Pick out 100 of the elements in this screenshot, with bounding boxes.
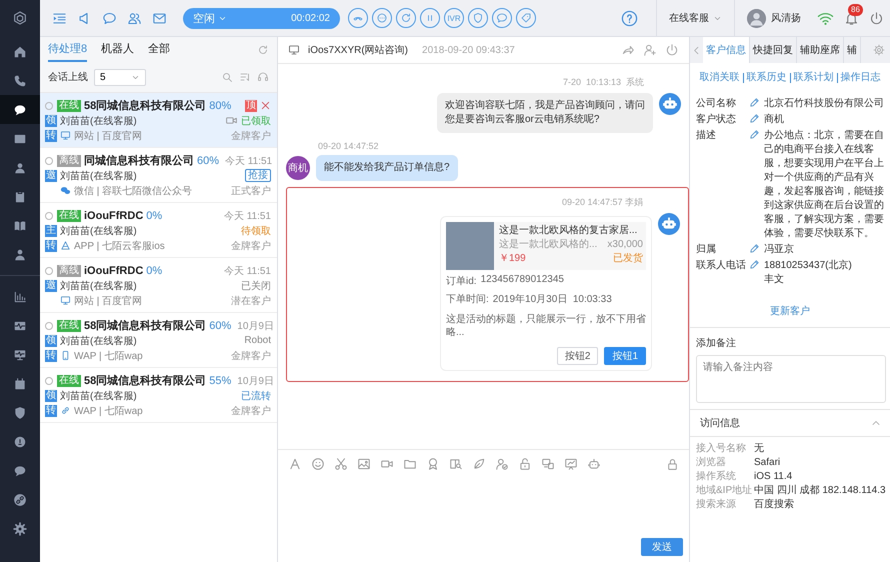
radio-button[interactable] <box>45 156 53 164</box>
nav-item[interactable] <box>0 95 40 124</box>
robot-icon <box>659 93 681 115</box>
unlock-icon[interactable] <box>518 457 532 471</box>
robot-icon <box>658 213 680 235</box>
pencil-icon[interactable] <box>749 243 760 254</box>
transfer-badge: 转 <box>45 240 57 252</box>
user-icon <box>13 160 27 174</box>
lock-icon[interactable] <box>666 458 679 470</box>
session-limit-select[interactable]: 5 <box>94 68 146 86</box>
font-icon[interactable] <box>288 457 302 471</box>
hold-button[interactable] <box>420 8 440 28</box>
refresh-icon <box>400 12 412 24</box>
match-percent: 55% <box>209 374 232 386</box>
radio-button[interactable] <box>45 322 53 330</box>
session-item[interactable]: 离线 同城信息科技有限公司 60% 今天 11:51 邀 刘苗苗(在线客服) 抢接 微信 | 容联七陌微信公众号 正式客户 <box>40 148 277 203</box>
refresh-icon[interactable] <box>257 44 269 56</box>
role-badge: 领 <box>45 334 57 346</box>
tag-button[interactable] <box>516 8 536 28</box>
info-value: 百度搜索 <box>754 498 795 512</box>
mail-icon[interactable] <box>152 10 167 26</box>
service-mode-dropdown[interactable]: 在线客服 <box>657 11 734 25</box>
headset-icon[interactable] <box>257 71 269 83</box>
panel-tab[interactable]: 辅助座席 <box>797 37 844 63</box>
company-name: 58同城信息科技有限公司 <box>84 374 206 388</box>
session-item[interactable]: 离线 iOouFfRDC 0% 今天 11:51 邀 刘苗苗(在线客服) 已关闭 网站 | 百度官网 潜在客户 <box>40 258 277 313</box>
role-badge: 邀 <box>45 280 57 292</box>
share-icon[interactable] <box>621 43 635 57</box>
help-icon[interactable] <box>621 10 638 26</box>
radio-button[interactable] <box>45 102 53 110</box>
session-item[interactable]: 在线 58同城信息科技有限公司 60% 10月9日 领 刘苗苗(在线客服) Robot 转 WAP | 七陌wap 金牌客户 <box>40 313 277 368</box>
emoji-icon[interactable] <box>311 457 325 471</box>
pencil-icon[interactable] <box>749 113 760 124</box>
robot-icon[interactable] <box>587 457 601 471</box>
chat-bubble-icon[interactable] <box>102 10 117 26</box>
chat-bubble-icon <box>13 102 27 116</box>
role-badge: 领 <box>45 114 57 126</box>
order-value: 2019年10月30日 10:03:33 <box>492 293 612 306</box>
company-name: 58同城信息科技有限公司 <box>84 98 206 113</box>
close-icon[interactable] <box>260 100 271 111</box>
card-button[interactable]: 按钮2 <box>556 347 598 365</box>
note-field[interactable]: 请输入备注内容 <box>696 355 886 403</box>
power-icon[interactable] <box>665 43 679 57</box>
agent-name: 刘苗苗(在线客服) <box>60 224 137 238</box>
settings-icon[interactable] <box>873 44 885 56</box>
transfer-badge: 转 <box>45 130 57 142</box>
session-item[interactable]: 在线 iOouFfRDC 0% 今天 11:51 主 刘苗苗(在线客服) 待领取 转 APP | 七陌云客服ios 金牌客户 <box>40 203 277 258</box>
consult-button[interactable] <box>372 8 392 28</box>
tier-label: 金牌客户 <box>231 350 271 362</box>
link-icon <box>13 492 27 506</box>
presence-tag: 在线 <box>57 210 81 222</box>
pencil-icon[interactable] <box>749 129 760 140</box>
pencil-icon[interactable] <box>749 97 760 108</box>
info-label: 搜索来源 <box>696 498 737 512</box>
scissors-icon[interactable] <box>334 457 348 471</box>
pencil-icon[interactable] <box>749 259 760 270</box>
user-check-icon[interactable] <box>495 457 509 471</box>
chat-bubble-icon <box>13 464 27 478</box>
devices-icon[interactable] <box>541 457 555 471</box>
search-icon[interactable] <box>221 71 233 83</box>
panel-tab[interactable]: 辅 <box>844 37 861 63</box>
folder-icon[interactable] <box>403 457 417 471</box>
image-icon[interactable] <box>357 457 371 471</box>
session-time: 10月9日 <box>237 374 274 388</box>
calendar-icon <box>13 376 27 390</box>
people-icon[interactable] <box>127 10 142 26</box>
field-label: 描述 <box>696 129 717 143</box>
radio-button[interactable] <box>45 212 53 220</box>
session-status: 已关闭 <box>241 280 271 292</box>
sort-icon[interactable] <box>239 71 251 83</box>
action-link[interactable]: 操作日志 <box>836 73 884 83</box>
session-time: 10月9日 <box>237 320 274 332</box>
section-title: 访问信息 <box>700 416 740 430</box>
monitor-icon <box>60 295 71 306</box>
tag-icon <box>520 12 532 24</box>
monitor-icon <box>288 44 300 56</box>
list-indent-icon[interactable] <box>52 10 67 26</box>
hangup-button[interactable] <box>348 8 368 28</box>
power-icon[interactable] <box>869 10 884 26</box>
panel-tab[interactable]: 快捷回复 <box>750 37 797 63</box>
presentation-icon[interactable] <box>564 457 578 471</box>
shield-button[interactable] <box>468 8 488 28</box>
field-label: 归属 <box>696 243 717 257</box>
add-user-icon[interactable] <box>643 43 657 57</box>
radio-button[interactable] <box>45 266 53 274</box>
book-search-icon[interactable] <box>449 457 463 471</box>
session-item[interactable]: 在线 58同城信息科技有限公司 55% 10月9日 领 刘苗苗(在线客服) 已流转 转 WAP | 七陌wap 金牌客户 <box>40 368 277 423</box>
match-percent: 0% <box>146 264 162 276</box>
field-label: 公司名称 <box>696 97 737 111</box>
list-tab[interactable]: 机器人 <box>101 41 134 62</box>
leaf-icon[interactable] <box>472 457 486 471</box>
message-button[interactable] <box>492 8 512 28</box>
radio-button[interactable] <box>45 376 53 384</box>
avatar-icon[interactable] <box>747 8 766 28</box>
agent-name: 刘苗苗(在线客服) <box>60 280 137 292</box>
session-item[interactable]: 在线 58同城信息科技有限公司 80% 顶 领 刘苗苗(在线客服) 已领取 转 网站 | 百度官网 金牌客户 <box>40 93 277 148</box>
transfer-button[interactable] <box>396 8 416 28</box>
badge-icon[interactable] <box>426 457 440 471</box>
list-tab[interactable]: 全部 <box>148 41 170 62</box>
product-price: ￥199 <box>499 252 526 266</box>
